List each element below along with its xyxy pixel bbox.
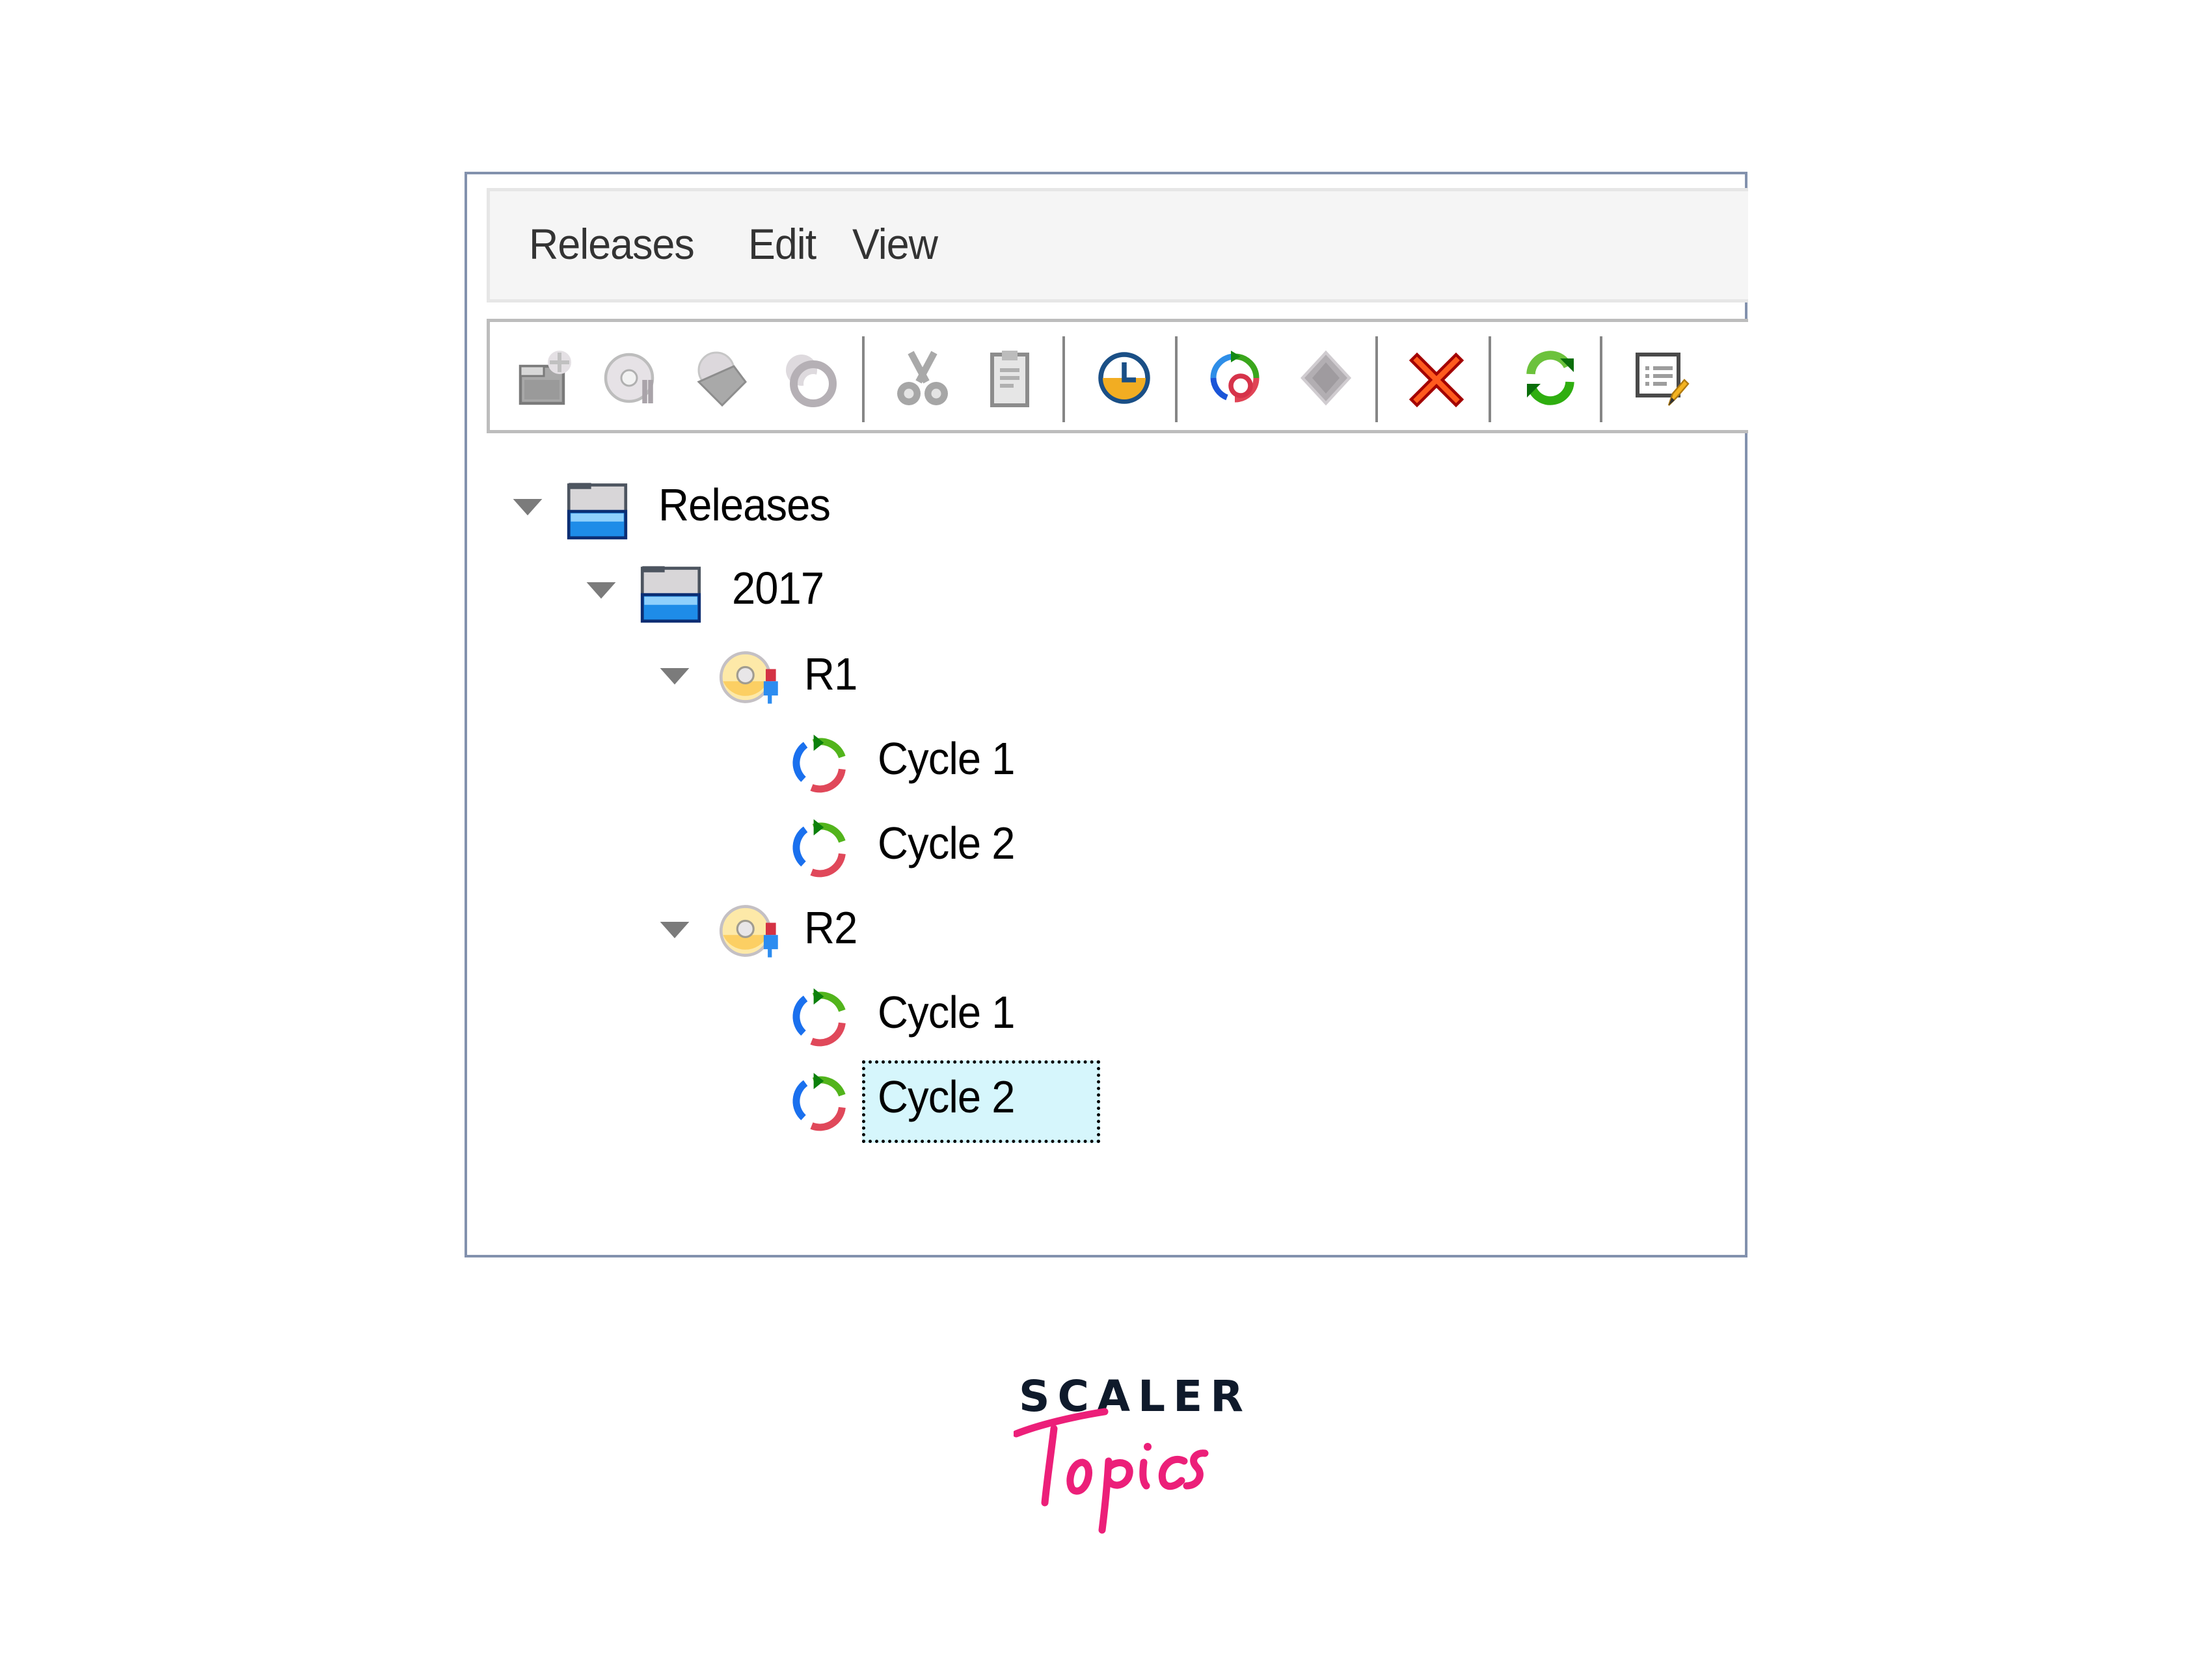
cycle-icon bbox=[792, 988, 846, 1047]
expand-arrow-icon[interactable] bbox=[660, 668, 690, 686]
new-cycle-button[interactable] bbox=[777, 345, 842, 410]
toolbar-separator bbox=[1375, 336, 1378, 422]
expand-arrow-icon[interactable] bbox=[586, 582, 616, 600]
cut-button[interactable] bbox=[890, 345, 955, 410]
menu-edit[interactable]: Edit bbox=[748, 221, 816, 267]
assign-cycle-button[interactable] bbox=[1202, 345, 1267, 410]
toolbar-separator bbox=[1175, 336, 1178, 422]
paste-button[interactable] bbox=[977, 345, 1042, 410]
folder-icon bbox=[640, 566, 701, 623]
toolbar bbox=[487, 319, 1748, 433]
tree-node-releases[interactable]: Releases bbox=[507, 472, 898, 543]
toolbar-separator bbox=[1600, 336, 1602, 422]
new-release-icon bbox=[604, 353, 654, 403]
tree-node-2017[interactable]: 2017 bbox=[581, 555, 971, 626]
new-milestone-button[interactable] bbox=[690, 345, 755, 410]
delete-icon bbox=[1409, 352, 1464, 408]
expand-arrow-icon[interactable] bbox=[513, 499, 543, 517]
tree-node-r2-cycle-2[interactable]: Cycle 2 bbox=[787, 1060, 1178, 1143]
assign-cycle-icon bbox=[1210, 351, 1260, 403]
refresh-icon bbox=[1526, 351, 1574, 405]
milestone-button[interactable] bbox=[1293, 345, 1358, 410]
expand-arrow-icon[interactable] bbox=[660, 922, 690, 940]
new-cycle-icon bbox=[786, 355, 837, 407]
folder-icon bbox=[567, 483, 628, 540]
menu-view[interactable]: View bbox=[852, 221, 938, 267]
paste-icon bbox=[990, 351, 1029, 407]
cycle-icon bbox=[792, 734, 846, 793]
tree-node-label: R1 bbox=[804, 649, 857, 699]
toolbar-separator bbox=[1062, 336, 1065, 422]
tree-node-r1[interactable]: R1 bbox=[654, 641, 1045, 712]
toolbar-separator bbox=[862, 336, 865, 422]
release-icon bbox=[719, 651, 778, 704]
release-timeline-button[interactable] bbox=[1092, 345, 1157, 410]
new-folder-button[interactable] bbox=[513, 345, 578, 410]
tree-node-label: R2 bbox=[804, 902, 857, 953]
diamond-icon bbox=[1300, 350, 1352, 406]
cycle-icon bbox=[792, 819, 846, 878]
tree-node-r1-cycle-2[interactable]: Cycle 2 bbox=[787, 810, 1178, 881]
tree-node-label: 2017 bbox=[732, 563, 824, 613]
tree-node-label: Cycle 2 bbox=[878, 818, 1016, 868]
new-release-button[interactable] bbox=[600, 345, 666, 410]
topics-logo-label: Topics bbox=[1014, 1405, 1016, 1406]
new-folder-icon bbox=[519, 351, 571, 405]
release-icon bbox=[719, 905, 778, 958]
tree-node-r1-cycle-1[interactable]: Cycle 1 bbox=[787, 725, 1178, 797]
refresh-button[interactable] bbox=[1518, 345, 1583, 410]
details-edit-icon bbox=[1636, 353, 1690, 406]
menu-bar: Releases Edit View bbox=[487, 188, 1748, 302]
tree-node-label: Cycle 2 bbox=[878, 1071, 1016, 1122]
details-button[interactable] bbox=[1628, 345, 1693, 410]
clock-icon bbox=[1098, 352, 1150, 404]
tree-node-label: Cycle 1 bbox=[878, 987, 1016, 1038]
tree-node-label: Cycle 1 bbox=[878, 733, 1016, 784]
tree-node-label: Releases bbox=[658, 479, 831, 530]
menu-releases[interactable]: Releases bbox=[529, 221, 695, 267]
cycle-icon bbox=[792, 1073, 846, 1131]
new-milestone-icon bbox=[697, 351, 747, 407]
tree-node-r2[interactable]: R2 bbox=[654, 894, 1045, 966]
topics-logo-script: Topics bbox=[1014, 1405, 1209, 1534]
cut-icon bbox=[897, 351, 948, 405]
toolbar-separator bbox=[1489, 336, 1491, 422]
tree-node-r2-cycle-1[interactable]: Cycle 1 bbox=[787, 979, 1178, 1051]
delete-button[interactable] bbox=[1404, 345, 1469, 410]
